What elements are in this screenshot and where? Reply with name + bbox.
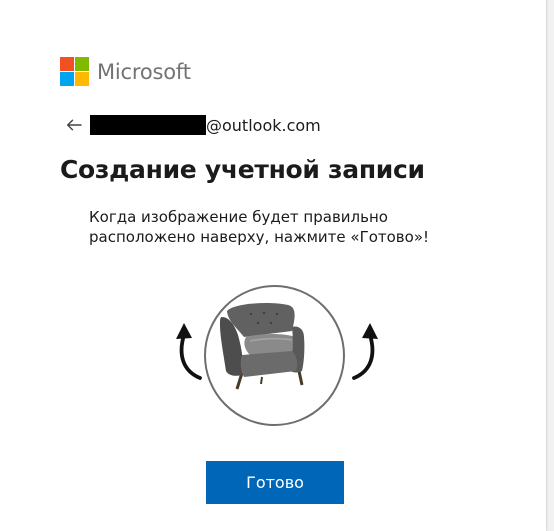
rotate-left-icon [176, 323, 202, 380]
rotate-left-button[interactable] [168, 317, 208, 383]
arrow-left-icon [67, 119, 82, 131]
brand-header: Microsoft [60, 57, 191, 86]
email-domain: @outlook.com [206, 115, 321, 135]
instruction-text: Когда изображение будет правильно распол… [89, 208, 430, 246]
page-title: Создание учетной записи [60, 155, 425, 184]
armchair-image [220, 303, 305, 390]
puzzle-image-frame [204, 285, 345, 426]
done-button[interactable]: Готово [206, 461, 344, 504]
back-button[interactable] [64, 115, 84, 135]
signup-card: Microsoft @outlook.com Создание учетной … [0, 0, 546, 531]
identity-banner: @outlook.com [64, 113, 321, 137]
rotate-right-button[interactable] [346, 317, 386, 383]
redacted-username [90, 115, 206, 135]
rotation-puzzle [160, 280, 394, 430]
microsoft-logo-icon [60, 57, 89, 86]
rotate-right-icon [352, 323, 378, 380]
brand-name: Microsoft [97, 59, 191, 84]
